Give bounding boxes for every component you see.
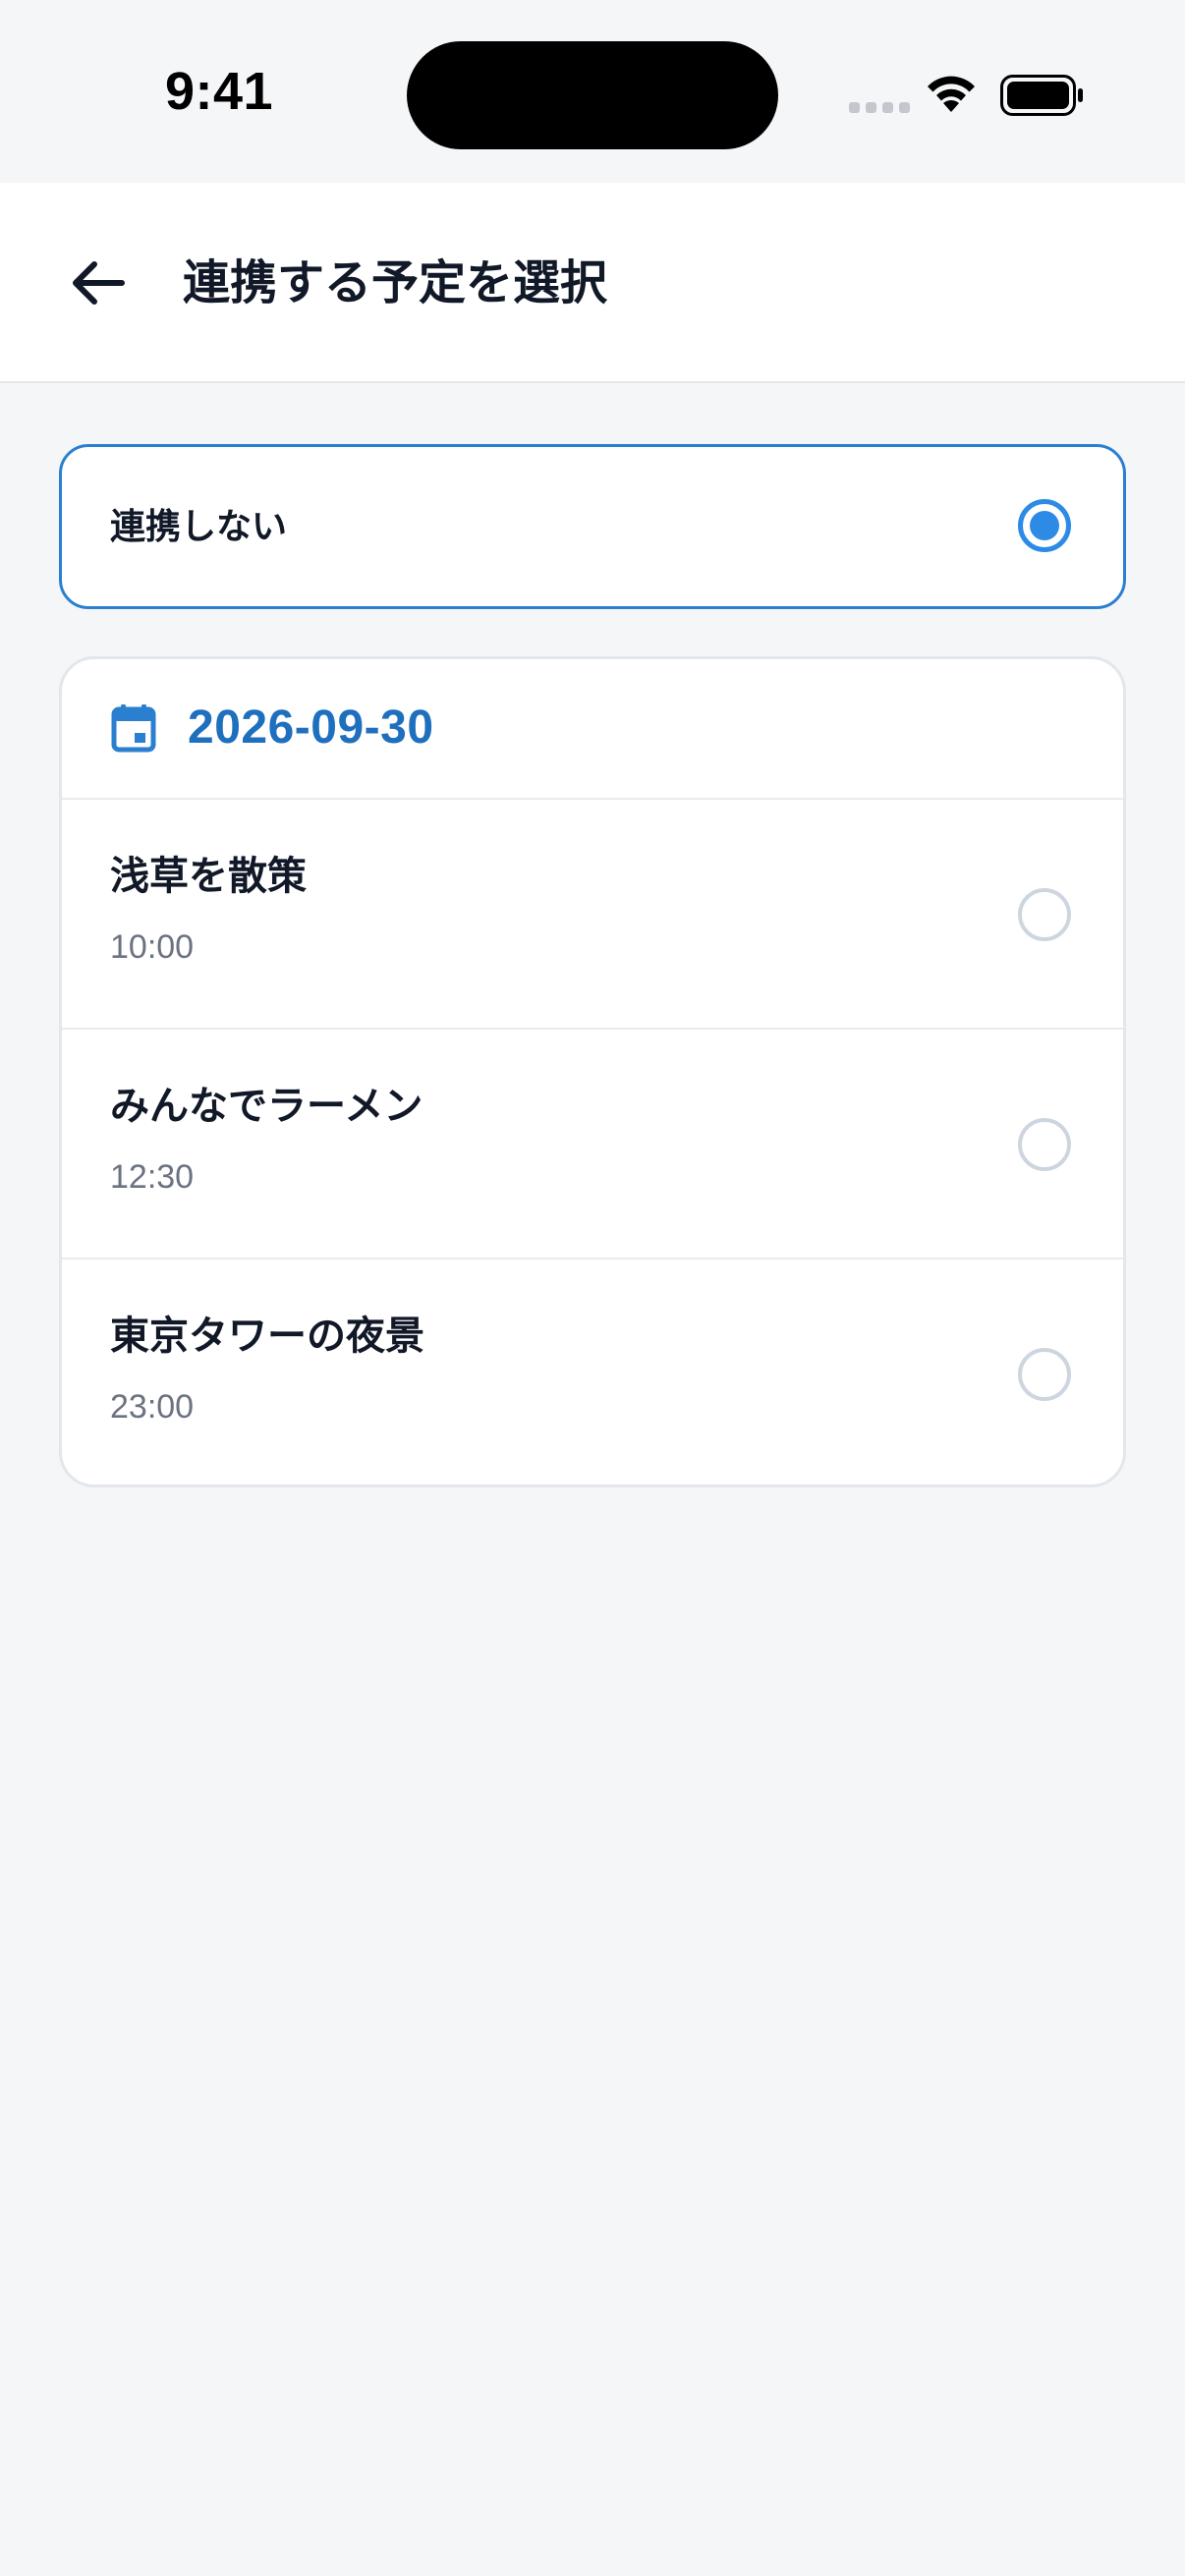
- events-card: 2026-09-30 浅草を散策 10:00 みんなでラーメン 12:30 東京…: [59, 656, 1126, 1487]
- event-row[interactable]: みんなでラーメン 12:30: [62, 1030, 1123, 1260]
- status-bar: 9:41: [0, 0, 1185, 183]
- calendar-icon: [111, 704, 156, 753]
- dynamic-island: [407, 41, 778, 149]
- event-row[interactable]: 浅草を散策 10:00: [62, 800, 1123, 1030]
- app-header: 連携する予定を選択: [0, 183, 1185, 383]
- event-title: 浅草を散策: [110, 854, 307, 899]
- event-time: 10:00: [110, 928, 195, 966]
- event-time: 23:00: [110, 1388, 195, 1426]
- radio-selected-icon[interactable]: [1018, 499, 1071, 552]
- arrow-left-icon: [73, 261, 125, 305]
- event-row[interactable]: 東京タワーの夜景 23:00: [62, 1260, 1123, 1484]
- cellular-signal-icon: [849, 102, 910, 113]
- wifi-icon: [928, 76, 975, 112]
- event-time: 12:30: [110, 1158, 195, 1196]
- date-label: 2026-09-30: [188, 701, 434, 754]
- status-time: 9:41: [165, 62, 274, 121]
- back-button[interactable]: [61, 246, 136, 320]
- page-title: 連携する予定を選択: [183, 255, 608, 310]
- event-title: みんなでラーメン: [110, 1084, 423, 1129]
- radio-unselected-icon[interactable]: [1018, 888, 1071, 941]
- battery-icon: [1000, 75, 1083, 116]
- option-no-link-label: 連携しない: [110, 507, 288, 547]
- event-title: 東京タワーの夜景: [110, 1314, 424, 1359]
- option-no-link[interactable]: 連携しない: [59, 444, 1126, 609]
- radio-unselected-icon[interactable]: [1018, 1118, 1071, 1171]
- date-header: 2026-09-30: [62, 659, 1123, 800]
- radio-unselected-icon[interactable]: [1018, 1348, 1071, 1401]
